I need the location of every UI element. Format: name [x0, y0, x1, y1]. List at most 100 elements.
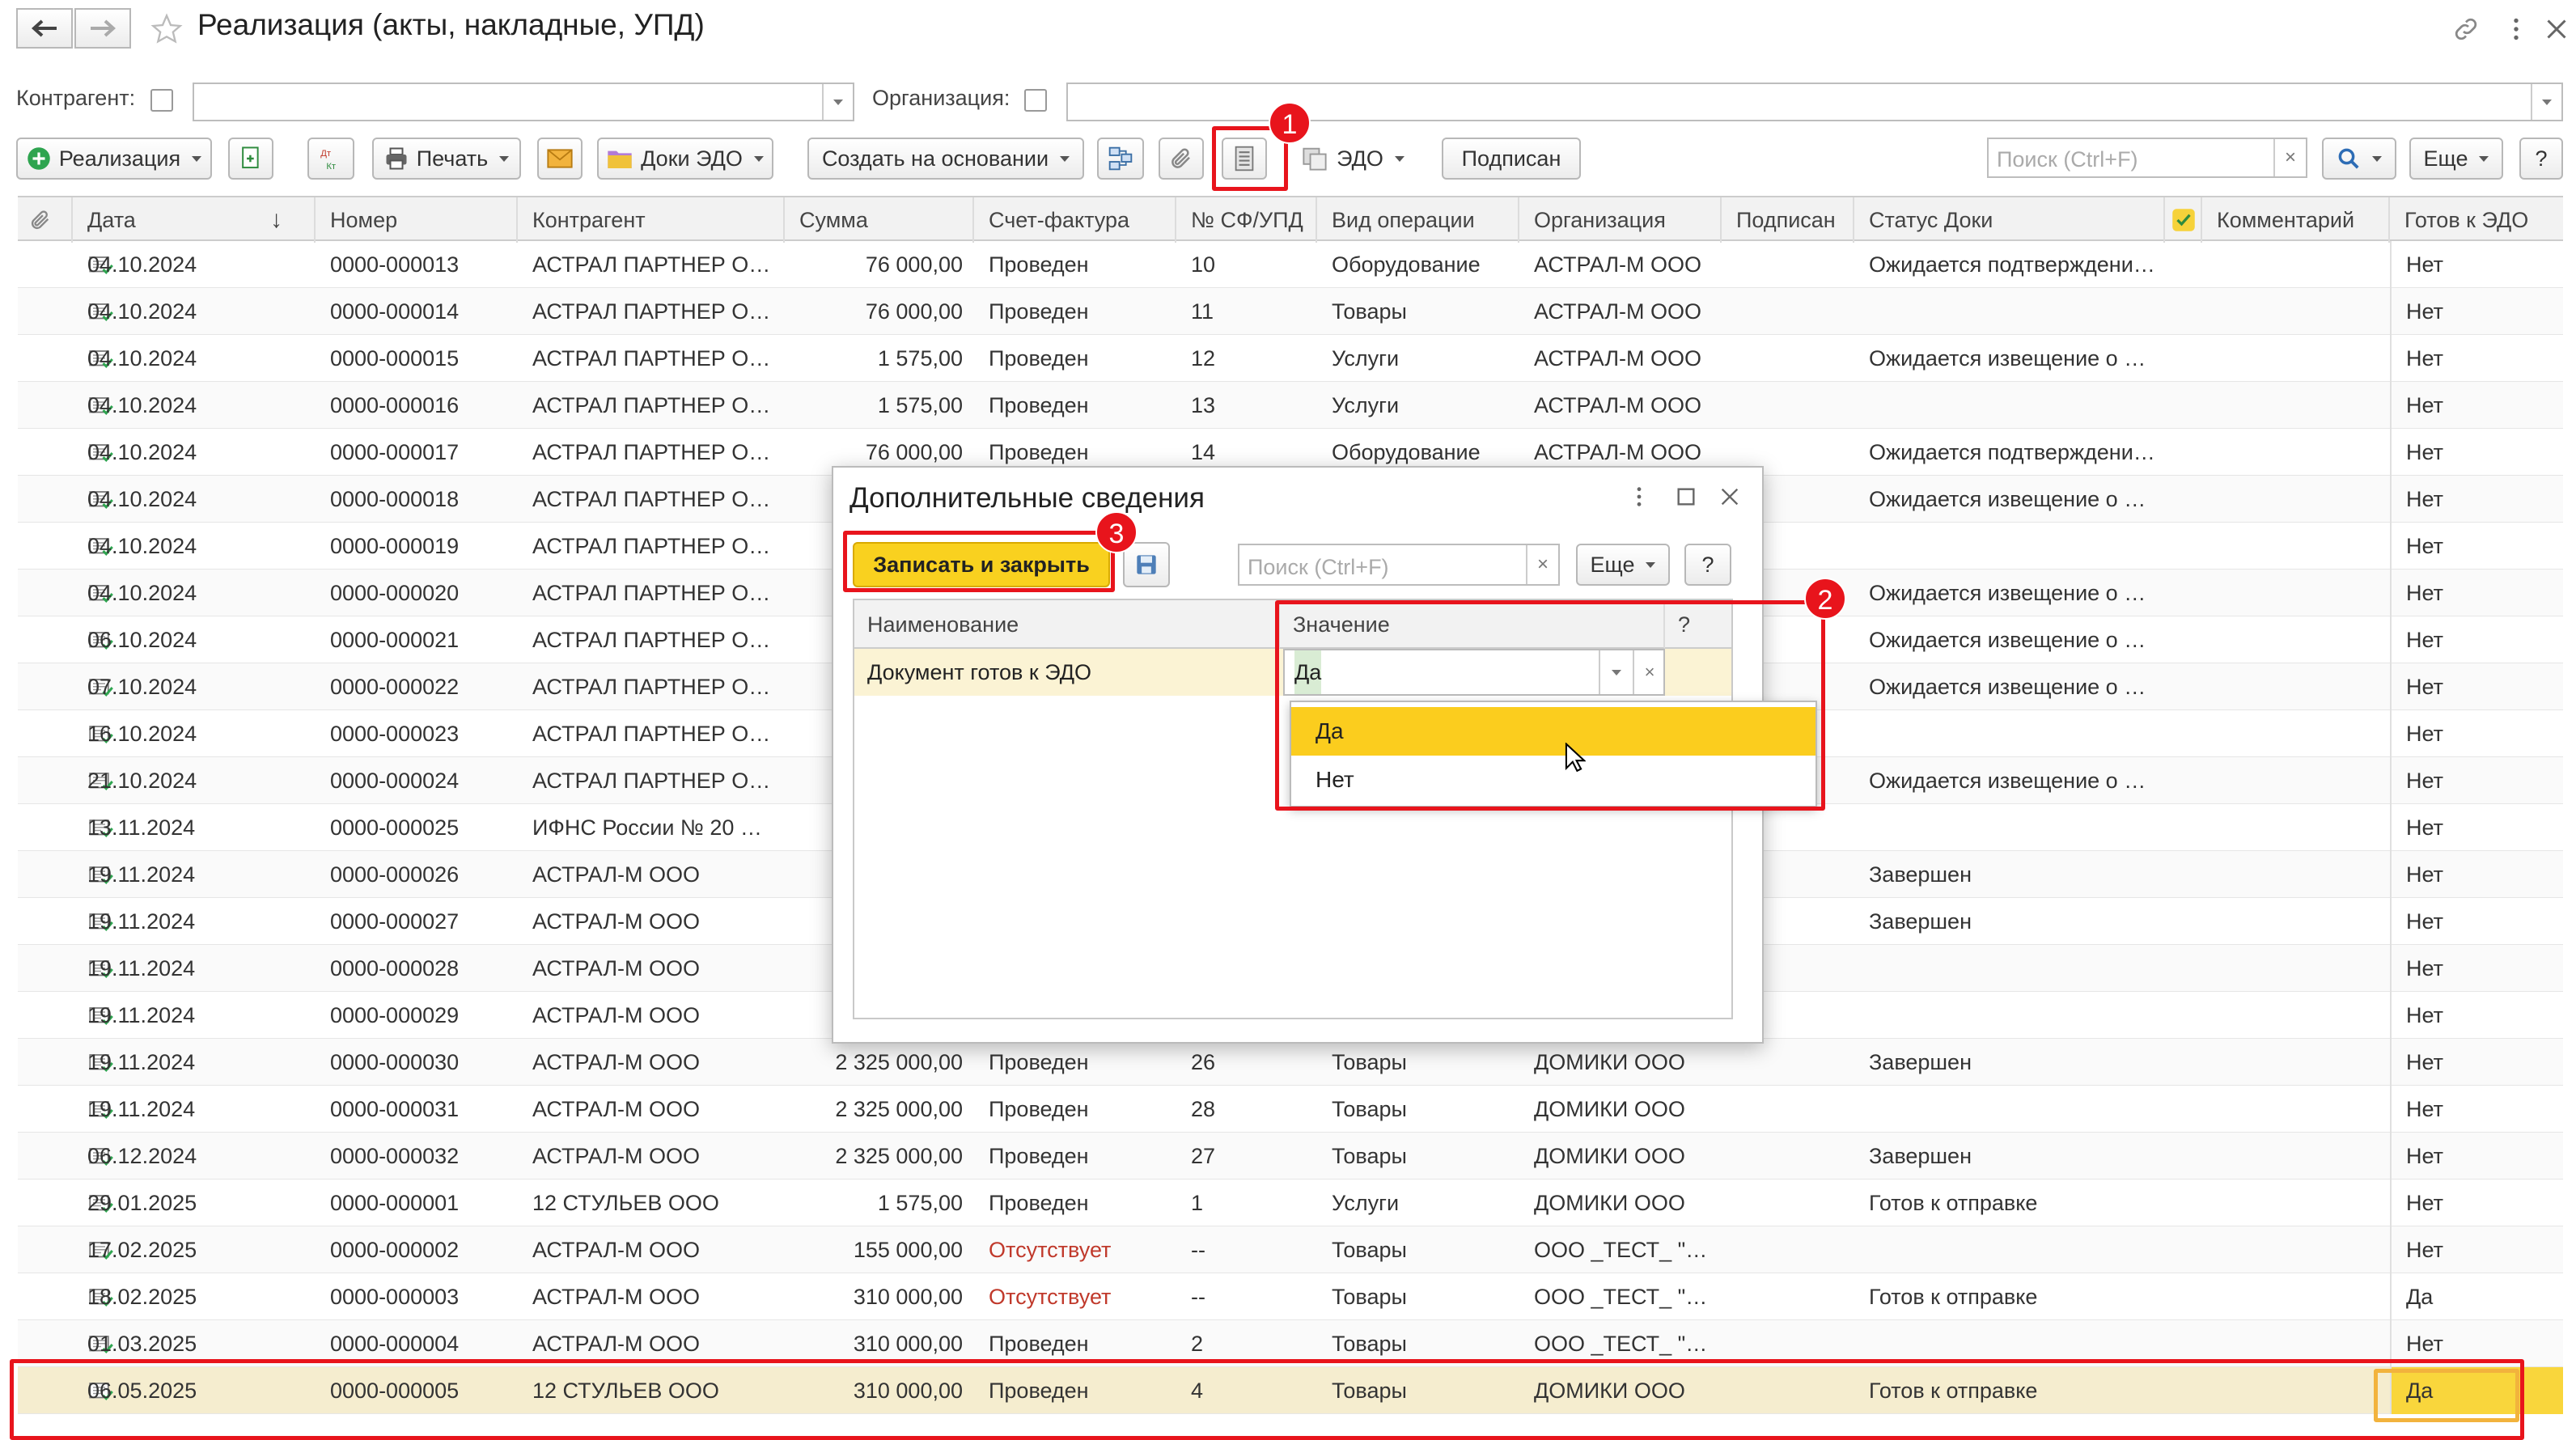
help-label: ?	[2535, 146, 2548, 171]
cell-sf-number: 28	[1191, 1097, 1216, 1121]
col-name[interactable]: Наименование	[854, 600, 1280, 649]
dialog-more-button[interactable]: Еще	[1576, 544, 1670, 586]
col-sf-number[interactable]: № СФ/УПД	[1176, 197, 1317, 243]
organization-checkbox[interactable]	[1024, 89, 1047, 112]
table-row[interactable]: 29.01.2025 0000-000001 12 СТУЛЬЕВ ООО 1 575…	[18, 1180, 2563, 1226]
print-button[interactable]: Печать	[372, 138, 521, 180]
attach-button[interactable]	[1159, 138, 1204, 180]
search-button[interactable]	[2322, 138, 2396, 180]
forward-button[interactable]	[74, 8, 131, 49]
col-sum[interactable]: Сумма	[785, 197, 974, 243]
dialog-search-input[interactable]: Поиск (Ctrl+F) ×	[1238, 544, 1560, 586]
col-counterparty[interactable]: Контрагент	[518, 197, 785, 243]
cell-date: 06.10.2024	[87, 628, 197, 652]
star-icon[interactable]	[150, 13, 183, 45]
cell-status: Ожидается извещение о …	[1869, 581, 2146, 605]
save-button[interactable]	[1123, 542, 1170, 587]
cell-counterparty: АСТРАЛ ПАРТНЕР О…	[532, 299, 771, 324]
cell-counterparty: АСТРАЛ-М ООО	[532, 1097, 701, 1121]
cell-counterparty: АСТРАЛ-М ООО	[532, 1050, 701, 1074]
cell-number: 0000-000023	[330, 722, 460, 746]
cell-number: 0000-000032	[330, 1144, 460, 1168]
cell-sf-number: --	[1191, 1238, 1205, 1262]
table-row[interactable]: 06.12.2024 0000-000032 АСТРАЛ-М ООО 2 325 0…	[18, 1133, 2563, 1180]
table-row[interactable]: 17.02.2025 0000-000002 АСТРАЛ-М ООО 155 000…	[18, 1226, 2563, 1273]
col-comment[interactable]: Комментарий	[2202, 197, 2390, 243]
copy-doc-button[interactable]	[228, 138, 273, 180]
table-row[interactable]: 19.11.2024 0000-000031 АСТРАЛ-М ООО 2 325 0…	[18, 1086, 2563, 1133]
realization-button[interactable]: Реализация	[16, 138, 212, 180]
col-attach[interactable]	[18, 197, 73, 243]
cell-counterparty: АСТРАЛ-М ООО	[532, 1285, 701, 1309]
col-invoice[interactable]: Счет-фактура	[974, 197, 1176, 243]
table-row[interactable]: 04.10.2024 0000-000013 АСТРАЛ ПАРТНЕР О… 76…	[18, 241, 2563, 288]
cell-sum: 76 000,00	[865, 252, 963, 277]
counterparty-field[interactable]	[193, 83, 854, 121]
help-button[interactable]: ?	[2519, 138, 2563, 180]
link-icon[interactable]	[2451, 15, 2481, 44]
dt-kt-button[interactable]: Дт Кт	[307, 138, 354, 180]
table-row[interactable]: 18.02.2025 0000-000003 АСТРАЛ-М ООО 310 000…	[18, 1273, 2563, 1320]
cell-status: Ожидается извещение о …	[1869, 628, 2146, 652]
cell-status: Ожидается подтверждени…	[1869, 252, 2155, 277]
cell-status	[1854, 382, 2165, 429]
cell-operation: Товары	[1332, 1144, 1407, 1168]
col-organization[interactable]: Организация	[1519, 197, 1722, 243]
cell-status: Ожидается извещение о …	[1869, 675, 2146, 699]
annotation-box-ready	[2374, 1369, 2519, 1422]
dialog-help-button[interactable]: ?	[1684, 544, 1731, 586]
close-window-icon[interactable]	[2542, 15, 2571, 44]
email-button[interactable]	[537, 138, 583, 180]
search-input[interactable]: Поиск (Ctrl+F) ×	[1987, 138, 2307, 178]
col-ready-edo[interactable]: Готов к ЭДО	[2390, 197, 2563, 243]
col-number[interactable]: Номер	[316, 197, 518, 243]
cell-status	[1854, 523, 2165, 570]
cell-number: 0000-000002	[330, 1238, 460, 1262]
cell-ready-edo: Нет	[2390, 1226, 2563, 1273]
cell-invoice: Проведен	[989, 1144, 1089, 1168]
chevron-down-icon[interactable]	[2531, 84, 2561, 120]
close-icon[interactable]	[1717, 484, 1743, 510]
col-check[interactable]	[2165, 197, 2202, 243]
more-vertical-icon[interactable]	[2502, 15, 2531, 44]
col-operation[interactable]: Вид операции	[1317, 197, 1519, 243]
cell-operation: Товары	[1332, 299, 1407, 324]
cell-ready-edo: Нет	[2390, 804, 2563, 851]
table-row[interactable]: 04.10.2024 0000-000014 АСТРАЛ ПАРТНЕР О… 76…	[18, 288, 2563, 335]
cell-ready-edo: Нет	[2390, 710, 2563, 757]
cell-status: Ожидается извещение о …	[1869, 487, 2146, 511]
edo-docs-button[interactable]: Доки ЭДО	[597, 138, 773, 180]
cell-operation: Товары	[1332, 1050, 1407, 1074]
cell-date: 13.11.2024	[87, 815, 196, 840]
table-row[interactable]: 04.10.2024 0000-000016 АСТРАЛ ПАРТНЕР О… 1 …	[18, 382, 2563, 429]
signed-button[interactable]: Подписан	[1442, 138, 1581, 180]
more-vertical-icon[interactable]	[1626, 484, 1652, 510]
sort-down-icon[interactable]: ↓	[270, 197, 282, 243]
cell-date: 04.10.2024	[87, 252, 197, 277]
cell-date: 04.10.2024	[87, 346, 197, 371]
back-button[interactable]	[16, 8, 73, 49]
cell-ready-edo: Нет	[2390, 523, 2563, 570]
cell-organization: ДОМИКИ ООО	[1534, 1191, 1685, 1215]
cell-ready-edo: Нет	[2390, 1086, 2563, 1133]
clear-search-icon[interactable]: ×	[1526, 545, 1558, 584]
cell-sf-number: 12	[1191, 346, 1216, 371]
maximize-icon[interactable]	[1673, 484, 1699, 510]
edo-button[interactable]: ЭДО	[1293, 138, 1413, 180]
property-name: Документ готов к ЭДО	[867, 660, 1091, 684]
search-placeholder: Поиск (Ctrl+F)	[1997, 147, 2138, 172]
cell-status: Завершен	[1869, 909, 1972, 934]
chevron-down-icon[interactable]	[822, 84, 853, 120]
clear-search-icon[interactable]: ×	[2273, 139, 2306, 176]
table-row[interactable]: 19.11.2024 0000-000030 АСТРАЛ-М ООО 2 325 0…	[18, 1039, 2563, 1086]
counterparty-checkbox[interactable]	[150, 89, 173, 112]
col-signed[interactable]: Подписан	[1722, 197, 1854, 243]
col-status[interactable]: Статус Доки	[1854, 197, 2165, 243]
more-button[interactable]: Еще	[2409, 138, 2503, 180]
create-based-button[interactable]: Создать на основании	[807, 138, 1084, 180]
table-row[interactable]: 04.10.2024 0000-000015 АСТРАЛ ПАРТНЕР О… 1 …	[18, 335, 2563, 382]
edo-docs-label: Доки ЭДО	[641, 146, 743, 171]
cell-date: 04.10.2024	[87, 440, 197, 464]
structure-button[interactable]	[1097, 138, 1144, 180]
cell-date: 19.11.2024	[87, 1003, 196, 1027]
